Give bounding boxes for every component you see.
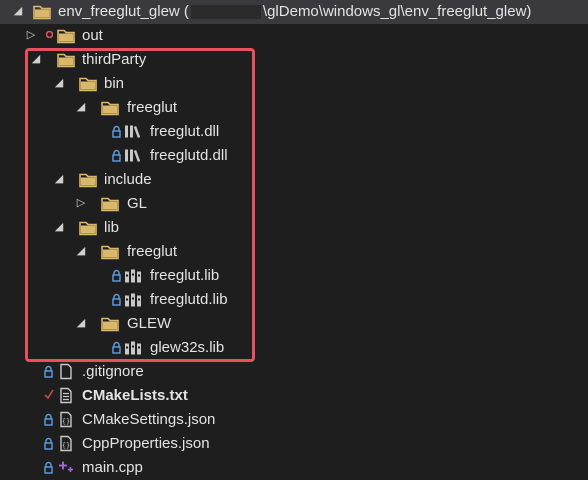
tree-item-cmakesettings[interactable]: {} CMakeSettings.json — [0, 408, 588, 432]
tree-item-freeglutd-lib[interactable]: freeglutd.lib — [0, 288, 588, 312]
lock-icon — [112, 149, 121, 162]
tree-item-label: GLEW — [127, 315, 172, 332]
folder-icon — [79, 173, 97, 188]
tree-item-label: freeglutd.lib — [150, 291, 228, 308]
collapse-arrow-icon[interactable]: ◢ — [30, 53, 42, 65]
collapse-arrow-icon[interactable]: ◢ — [12, 5, 24, 17]
json-file-icon: {} — [60, 435, 72, 452]
collapse-arrow-icon[interactable]: ◢ — [53, 221, 65, 233]
solution-explorer-tree: { "root": { "label_start": "env_freeglut… — [0, 0, 588, 477]
folder-icon — [101, 101, 119, 116]
tree-item-label: .gitignore — [82, 363, 144, 380]
expand-arrow-icon[interactable]: ▷ — [75, 197, 87, 209]
folder-icon — [101, 245, 119, 260]
tree-item-cmakelists[interactable]: CMakeLists.txt — [0, 384, 588, 408]
collapse-arrow-icon[interactable]: ◢ — [53, 77, 65, 89]
tree-item-bin-freeglut[interactable]: ◢ freeglut — [0, 96, 588, 120]
folder-icon — [57, 53, 75, 68]
folder-icon — [101, 317, 119, 332]
tree-root[interactable]: ◢ env_freeglut_glew (\glDemo\windows_gl\… — [0, 0, 588, 24]
tree-item-glew[interactable]: ◢ GLEW — [0, 312, 588, 336]
tree-item-out[interactable]: ▷ out — [0, 24, 588, 48]
tree-item-gitignore[interactable]: .gitignore — [0, 360, 588, 384]
lock-icon — [44, 413, 53, 426]
tree-item-label: thirdParty — [82, 51, 147, 68]
root-label: env_freeglut_glew (\glDemo\windows_gl\en… — [58, 3, 532, 20]
tree-item-label: CMakeSettings.json — [82, 411, 216, 428]
checkmark-icon — [44, 389, 54, 400]
redacted-path — [190, 5, 261, 20]
lock-icon — [112, 293, 121, 306]
collapse-arrow-icon[interactable]: ◢ — [75, 245, 87, 257]
tree-item-freeglut-lib[interactable]: freeglut.lib — [0, 264, 588, 288]
folder-icon — [79, 221, 97, 236]
tree-item-thirdparty[interactable]: ◢ thirdParty — [0, 48, 588, 72]
folder-icon — [101, 197, 119, 212]
lock-icon — [112, 341, 121, 354]
folder-icon — [79, 77, 97, 92]
svg-text:{}: {} — [62, 442, 70, 450]
tree-item-label: glew32s.lib — [150, 339, 225, 356]
folder-icon — [33, 5, 51, 20]
file-icon — [60, 363, 72, 380]
lock-icon — [44, 365, 53, 378]
tree-item-lib-freeglut[interactable]: ◢ freeglut — [0, 240, 588, 264]
tree-item-label: freeglut.dll — [150, 123, 220, 140]
tree-item-glew32s-lib[interactable]: glew32s.lib — [0, 336, 588, 360]
tree-item-label: main.cpp — [82, 459, 143, 476]
lock-icon — [112, 125, 121, 138]
tree-item-include[interactable]: ◢ include — [0, 168, 588, 192]
dll-icon — [125, 125, 141, 138]
tree-item-label: CppProperties.json — [82, 435, 210, 452]
lib-icon — [125, 269, 141, 283]
svg-text:{}: {} — [62, 418, 70, 426]
tree-item-lib[interactable]: ◢ lib — [0, 216, 588, 240]
text-file-icon — [60, 387, 72, 404]
tree-item-label: freeglut — [127, 243, 178, 260]
tree-item-freeglut-dll[interactable]: freeglut.dll — [0, 120, 588, 144]
dll-icon — [125, 149, 141, 162]
tree-item-label: freeglut — [127, 99, 178, 116]
lock-icon — [44, 461, 53, 474]
cpp-file-icon — [59, 461, 73, 472]
tree-item-cppproperties[interactable]: {} CppProperties.json — [0, 432, 588, 456]
folder-icon — [57, 29, 75, 44]
tree-item-label: freeglut.lib — [150, 267, 220, 284]
tree-item-label: out — [82, 27, 103, 44]
tree-item-label: lib — [104, 219, 120, 236]
tree-item-label: include — [104, 171, 152, 188]
lock-icon — [112, 269, 121, 282]
tree-item-label: CMakeLists.txt — [82, 387, 188, 404]
collapse-arrow-icon[interactable]: ◢ — [75, 317, 87, 329]
lib-icon — [125, 293, 141, 307]
tree-item-gl[interactable]: ▷ GL — [0, 192, 588, 216]
tree-item-label: GL — [127, 195, 148, 212]
tree-item-bin[interactable]: ◢ bin — [0, 72, 588, 96]
tree-item-label: bin — [104, 75, 125, 92]
tree-item-freeglutd-dll[interactable]: freeglutd.dll — [0, 144, 588, 168]
tree-item-maincpp[interactable]: main.cpp — [0, 456, 588, 480]
expand-arrow-icon[interactable]: ▷ — [25, 29, 37, 41]
json-file-icon: {} — [60, 411, 72, 428]
lib-icon — [125, 341, 141, 355]
excluded-icon — [46, 31, 53, 38]
tree-item-label: freeglutd.dll — [150, 147, 228, 164]
collapse-arrow-icon[interactable]: ◢ — [53, 173, 65, 185]
collapse-arrow-icon[interactable]: ◢ — [75, 101, 87, 113]
lock-icon — [44, 437, 53, 450]
